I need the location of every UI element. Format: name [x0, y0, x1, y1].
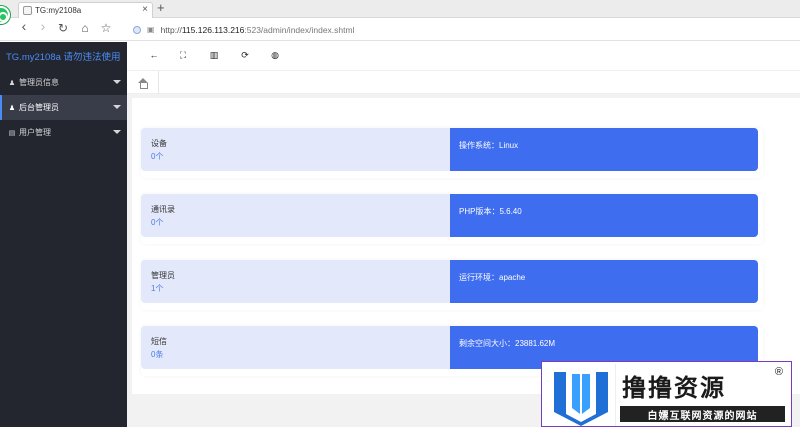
system-info: 运行环境：apache — [450, 260, 758, 303]
browser-tab-title: TG:my2108a — [35, 6, 82, 15]
stat-label: 设备 — [151, 139, 167, 148]
stat-label: 通讯录 — [151, 205, 175, 214]
top-toolbar: ← ⛶ ▥ ⟳ ◍ — [127, 42, 800, 70]
back-button[interactable]: ‹ — [17, 18, 31, 34]
url-path: :523/admin/index/index.shtml — [244, 24, 355, 35]
user-icon: ♟ — [8, 104, 16, 112]
browser-tab-bar: TG:my2108a × + — [0, 0, 800, 18]
system-info: PHP版本：5.6.40 — [450, 194, 758, 237]
chevron-down-icon — [113, 80, 121, 84]
stat-card-left: 短信 0条 — [141, 326, 450, 369]
close-tab-icon[interactable]: × — [142, 4, 148, 15]
stat-card: 管理员 1个 运行环境：apache — [141, 260, 763, 310]
system-info: 操作系统：Linux — [450, 128, 758, 171]
browser-address-bar: ‹ › ↻ ⌂ ☆ ▣ http://115.126.113.216:523/a… — [0, 18, 800, 41]
sidebar: TG.my2108a 请勿违法使用 ♟ 管理员信息 ♟ 后台管理员 ▤ 用户管理 — [0, 42, 127, 427]
globe-icon — [133, 25, 141, 34]
url-host: 115.126.113.216 — [181, 24, 245, 35]
sidebar-item-user-management[interactable]: ▤ 用户管理 — [0, 120, 127, 145]
page-tab-strip — [127, 70, 800, 94]
sidebar-item-backend-admins[interactable]: ♟ 后台管理员 — [0, 95, 127, 120]
sidebar-item-admin-info[interactable]: ♟ 管理员信息 — [0, 70, 127, 95]
stat-value[interactable]: 0个 — [151, 151, 450, 162]
arrow-left-icon[interactable]: ← — [147, 48, 161, 62]
globe-icon[interactable]: ◍ — [268, 48, 282, 62]
app-brand[interactable]: TG.my2108a 请勿违法使用 — [0, 42, 127, 70]
refresh-icon[interactable]: ⟳ — [238, 48, 252, 62]
sidebar-item-label: 管理员信息 — [19, 78, 59, 87]
url-field[interactable]: ▣ http://115.126.113.216:523/admin/index… — [133, 22, 354, 37]
bank-icon[interactable]: ▥ — [207, 48, 221, 62]
stat-value[interactable]: 0个 — [151, 217, 450, 228]
id-card-icon: ▤ — [8, 129, 16, 137]
page-favicon-icon — [23, 6, 32, 15]
watermark-title: 撸撸资源 — [622, 374, 726, 402]
registered-mark: ® — [774, 366, 783, 378]
chevron-down-icon — [113, 105, 121, 109]
watermark-subtitle: 白嫖互联网资源的网站 — [620, 406, 785, 422]
stat-card-left: 通讯录 0个 — [141, 194, 450, 237]
stat-card: 通讯录 0个 PHP版本：5.6.40 — [141, 194, 763, 244]
browser-tab[interactable]: TG:my2108a × — [18, 2, 153, 18]
stat-label: 管理员 — [151, 271, 175, 280]
sidebar-item-label: 后台管理员 — [19, 103, 59, 112]
home-button[interactable]: ⌂ — [78, 21, 92, 35]
user-icon: ♟ — [8, 79, 16, 87]
url-protocol: http:// — [160, 24, 182, 35]
sidebar-item-label: 用户管理 — [19, 128, 51, 137]
stat-label: 短信 — [151, 337, 167, 346]
watermark: 撸撸资源 ® 白嫖互联网资源的网站 — [541, 361, 792, 427]
forward-button[interactable]: › — [36, 18, 50, 34]
new-tab-button[interactable]: + — [157, 0, 165, 15]
reload-button[interactable]: ↻ — [56, 21, 70, 35]
chevron-down-icon — [113, 130, 121, 134]
stat-value[interactable]: 0条 — [151, 349, 450, 360]
stat-value[interactable]: 1个 — [151, 283, 450, 294]
tab-home[interactable] — [127, 71, 159, 94]
stat-card: 设备 0个 操作系统：Linux — [141, 128, 763, 178]
stat-card-left: 设备 0个 — [141, 128, 450, 171]
dashboard-content: 设备 0个 操作系统：Linux 通讯录 0个 PHP版本：5.6.40 管理员… — [132, 98, 800, 394]
fullscreen-icon[interactable]: ⛶ — [176, 48, 190, 62]
stat-card-left: 管理员 1个 — [141, 260, 450, 303]
watermark-logo — [546, 364, 616, 426]
page-info-icon[interactable]: ▣ — [147, 25, 155, 34]
home-icon — [137, 77, 148, 89]
bookmark-star-icon[interactable]: ☆ — [99, 21, 113, 35]
